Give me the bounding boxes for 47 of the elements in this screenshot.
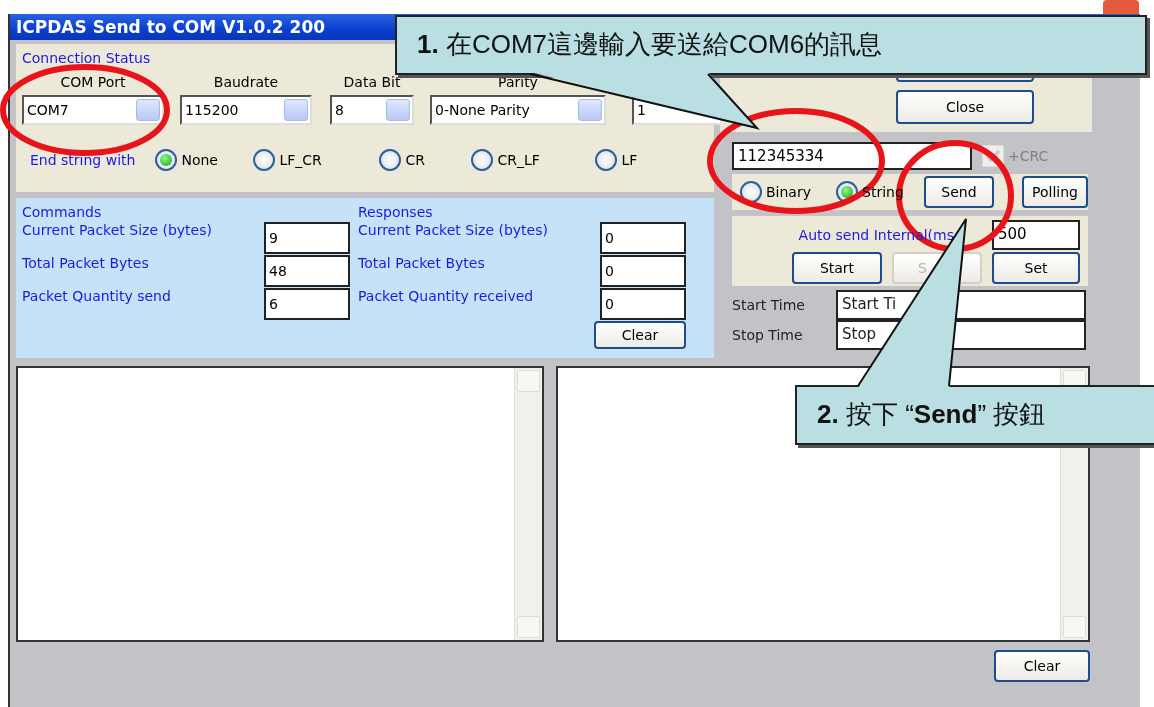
radio-button[interactable] [471,149,494,171]
radio-label: LF [621,152,638,168]
radio-label: CR_LF [497,152,540,168]
dropdown[interactable]: 0-None Parity [430,95,606,125]
field-label: Total Packet Bytes [358,255,485,271]
field-label: Data Bit [343,74,401,92]
text-field[interactable]: 48 [264,255,350,287]
section-heading: Commands [22,204,103,222]
text-area[interactable] [16,366,544,642]
text-field[interactable]: 0 [600,288,686,320]
field-label: Packet Quantity send [22,288,171,304]
field-label: Baudrate [213,74,279,92]
callout-tooltip: 2. 按下 “Send” 按鈕 [795,385,1154,445]
field-label: Stop Time [732,327,804,343]
field-label: Packet Quantity received [358,288,534,304]
radio-button[interactable] [155,149,178,171]
message-field[interactable]: 112345334 [732,142,972,170]
text-field[interactable]: 9 [264,222,350,254]
field-label: Current Packet Size (bytes) [358,222,548,238]
send-button[interactable]: Send [924,176,994,208]
section-heading: Responses [358,204,434,222]
button[interactable]: Start [792,252,882,284]
field-label: End string with [30,152,136,168]
radio-label: Binary [766,184,811,200]
dropdown[interactable]: 115200 [180,95,312,125]
radio-label: None [181,152,218,168]
checkbox-label: +CRC [1008,148,1049,164]
field-label: Total Packet Bytes [22,255,149,271]
text-field[interactable]: 0 [600,222,686,254]
radio-label: CR [405,152,425,168]
field-label: COM Port [60,74,126,92]
dropdown[interactable]: 8 [330,95,414,125]
field-label: Current Packet Size (bytes) [22,222,212,238]
radio-button[interactable] [595,149,618,171]
clear-button[interactable]: Clear [994,650,1090,682]
button[interactable]: Set [992,252,1080,284]
close-button[interactable]: Close [896,90,1034,124]
radio-button[interactable] [379,149,402,171]
radio-button[interactable] [253,149,276,171]
polling-button[interactable]: Polling [1022,176,1088,208]
radio-label: LF_CR [279,152,322,168]
text-field[interactable]: 0 [600,255,686,287]
clear-button[interactable]: Clear [594,321,686,349]
text-field[interactable]: 6 [264,288,350,320]
field-label: Start Time [732,297,806,313]
section-heading: Connection Status [22,50,151,66]
dropdown[interactable]: COM7 [22,95,164,125]
